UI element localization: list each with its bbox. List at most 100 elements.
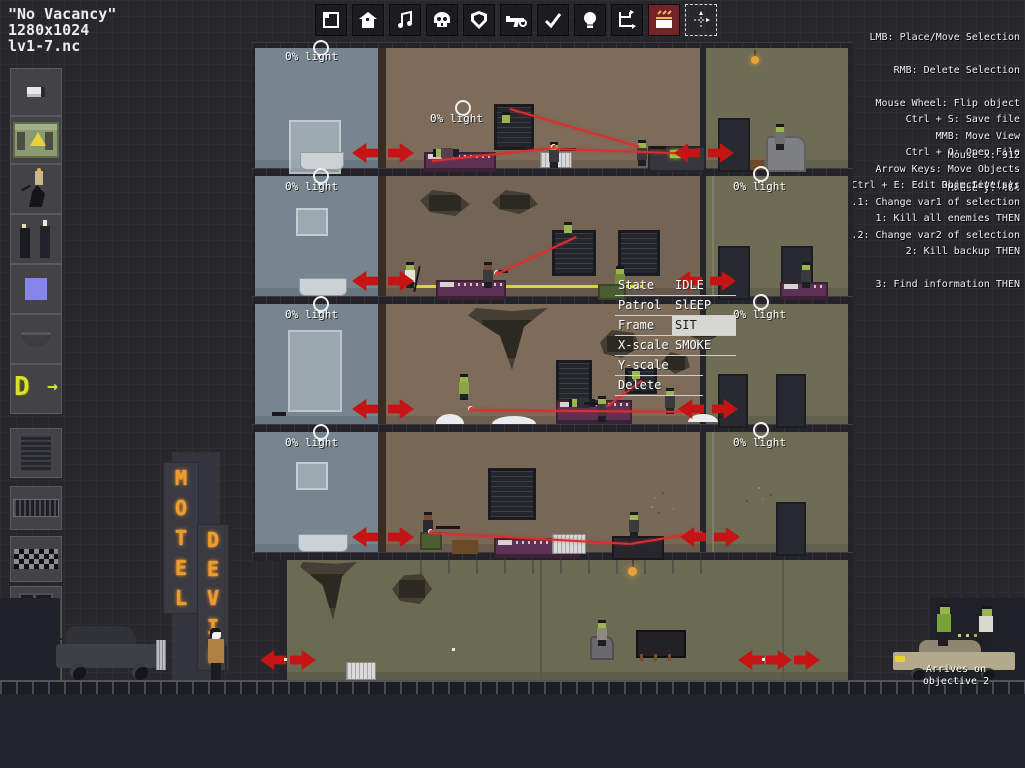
enemy-zombie-sitting[interactable] bbox=[774, 124, 786, 150]
armchair[interactable] bbox=[766, 136, 806, 172]
debris-dot bbox=[452, 648, 455, 651]
ashtray-icon bbox=[21, 332, 51, 347]
tool-light-button[interactable] bbox=[574, 4, 606, 36]
tool-weapon-button[interactable] bbox=[500, 4, 532, 36]
enemy-zombie-sitting[interactable] bbox=[628, 512, 640, 538]
tool-music-button[interactable] bbox=[389, 4, 421, 36]
light-level-label: 0% light bbox=[733, 308, 786, 321]
bed[interactable] bbox=[436, 280, 506, 300]
wall bbox=[848, 560, 853, 680]
backup-zombie[interactable] bbox=[936, 604, 952, 646]
reaper-player[interactable] bbox=[206, 628, 228, 680]
tool-transform-button[interactable] bbox=[685, 4, 717, 36]
light-level-label: 0% light bbox=[733, 436, 786, 449]
hanging-lamp[interactable] bbox=[628, 567, 637, 576]
neon-letter: V bbox=[198, 583, 228, 612]
enemy-zombie-sitting[interactable] bbox=[800, 262, 812, 288]
arrival-note: Arrives on objective 2 bbox=[893, 664, 1019, 688]
mirror[interactable] bbox=[296, 462, 328, 490]
window-blinds-icon bbox=[19, 433, 53, 473]
grate-icon bbox=[13, 499, 59, 517]
enemy-zombie[interactable] bbox=[458, 374, 470, 400]
sidebar-item-window-blinds[interactable] bbox=[10, 428, 62, 478]
shield-icon bbox=[469, 10, 489, 30]
laser-dot bbox=[494, 270, 499, 275]
sidebar-item-fusebox[interactable] bbox=[10, 116, 62, 164]
doorway[interactable] bbox=[776, 502, 806, 556]
level-resolution: 1280x1024 bbox=[8, 22, 116, 38]
gun-icon bbox=[505, 10, 527, 30]
submenu-item-sit[interactable]: SIT bbox=[672, 316, 736, 336]
tool-bed-button[interactable] bbox=[648, 4, 680, 36]
sidebar-item-purple-block[interactable] bbox=[10, 264, 62, 314]
gun-pickup[interactable] bbox=[272, 412, 286, 416]
backup-zombie[interactable] bbox=[978, 606, 994, 646]
doorway[interactable] bbox=[776, 374, 806, 428]
wall bbox=[848, 48, 853, 168]
bathtub[interactable] bbox=[298, 534, 348, 552]
sidebar-item-candle-demon[interactable] bbox=[10, 164, 62, 214]
sidebar-item-grate[interactable] bbox=[10, 486, 62, 530]
wall bbox=[848, 304, 853, 424]
shower-stall[interactable] bbox=[288, 330, 342, 412]
chair[interactable] bbox=[420, 532, 442, 550]
tool-path-button[interactable] bbox=[611, 4, 643, 36]
arrival-line: objective 2 bbox=[893, 676, 1019, 688]
submenu-item-idle[interactable]: IDLE bbox=[672, 276, 736, 296]
enemy-zombie-armed[interactable] bbox=[482, 262, 494, 288]
tool-enemy-button[interactable] bbox=[426, 4, 458, 36]
objective-line: 3: Find information THEN bbox=[876, 279, 1021, 290]
lightbulb-icon bbox=[580, 10, 600, 30]
transform-select-icon bbox=[691, 10, 711, 30]
tool-checkmark-button[interactable] bbox=[537, 4, 569, 36]
enemy-zombie-sitting[interactable] bbox=[596, 620, 608, 646]
fusebox-icon bbox=[13, 122, 59, 158]
enemy-zombie-armed[interactable] bbox=[596, 396, 608, 422]
doorway[interactable] bbox=[718, 374, 748, 428]
wall bbox=[252, 432, 255, 552]
doorway[interactable] bbox=[718, 118, 750, 172]
sidebar-item-exit-marker[interactable]: D → bbox=[10, 364, 62, 414]
light-level-label: 0% light bbox=[733, 180, 786, 193]
sidebar-item-enemy-pair[interactable] bbox=[10, 214, 62, 264]
motel-sign[interactable]: M O T E L bbox=[163, 462, 199, 614]
level-editor-canvas[interactable]: "No Vacancy" 1280x1024 lv1-7.nc LMB: Pla… bbox=[0, 0, 1025, 768]
wall bbox=[378, 432, 386, 552]
tool-house-button[interactable] bbox=[352, 4, 384, 36]
radiator[interactable] bbox=[552, 534, 586, 554]
light-level-label: 0% light bbox=[285, 50, 338, 63]
context-submenu-states: IDLE SlEEP SIT SMOKE bbox=[672, 276, 736, 356]
lobby-seam bbox=[540, 560, 542, 680]
sidebar-item-white-prop[interactable] bbox=[10, 68, 62, 116]
enemy-zombie[interactable] bbox=[500, 112, 512, 126]
table[interactable] bbox=[452, 538, 478, 554]
coat bbox=[208, 639, 224, 663]
bathtub[interactable] bbox=[299, 278, 347, 296]
sidebar-item-ashtray[interactable] bbox=[10, 314, 62, 364]
menu-item-y-scale[interactable]: Y-scale bbox=[615, 356, 703, 376]
hanging-lamp[interactable] bbox=[751, 56, 759, 64]
mirror[interactable] bbox=[296, 208, 328, 236]
enemy-zombie[interactable] bbox=[562, 222, 574, 236]
wall bbox=[252, 176, 255, 296]
file-info: "No Vacancy" 1280x1024 lv1-7.nc bbox=[8, 6, 116, 54]
wall bbox=[252, 304, 255, 424]
submenu-item-smoke[interactable]: SMOKE bbox=[672, 336, 736, 356]
tool-selection-frame-button[interactable] bbox=[315, 4, 347, 36]
submenu-item-sleep[interactable]: SlEEP bbox=[672, 296, 736, 316]
laser-dot bbox=[551, 144, 556, 149]
sidebar-item-checkered-tiles[interactable] bbox=[10, 536, 62, 582]
sniper-rifle bbox=[436, 526, 460, 529]
neon-letter: T bbox=[164, 523, 198, 553]
help-line: RMB: Delete Selection bbox=[833, 65, 1020, 76]
candle-demon-icon bbox=[21, 171, 51, 207]
tool-shield-button[interactable] bbox=[463, 4, 495, 36]
window[interactable] bbox=[488, 468, 536, 520]
hearse-car[interactable] bbox=[56, 626, 170, 680]
white-prop-icon bbox=[27, 87, 45, 97]
exit-marker-icon: D → bbox=[14, 374, 58, 404]
wall bbox=[252, 48, 255, 168]
level-filename: lv1-7.nc bbox=[8, 38, 116, 54]
radiator[interactable] bbox=[346, 662, 376, 680]
menu-item-delete[interactable]: Delete bbox=[615, 376, 703, 396]
